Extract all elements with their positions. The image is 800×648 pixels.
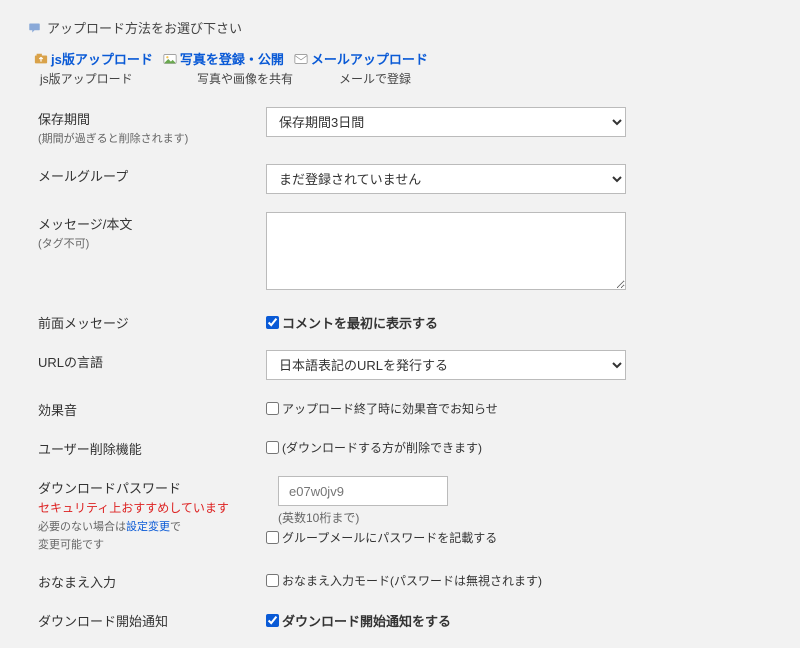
user-delete-checkbox-label: (ダウンロードする方が削除できます)	[282, 439, 482, 456]
upload-method-tabs: js版アップロード 写真を登録・公開 メールアップロード js版アップロード 写…	[28, 49, 772, 87]
sound-checkbox[interactable]	[266, 402, 279, 415]
dl-password-help: 必要のない場合は設定変更で	[38, 518, 266, 534]
dl-password-help2: 変更可能です	[38, 536, 266, 552]
dl-notify-checkbox-label: ダウンロード開始通知をする	[282, 611, 451, 630]
user-delete-label: ユーザー削除機能	[38, 439, 266, 458]
url-lang-label: URLの言語	[38, 352, 266, 371]
message-hint: (タグ不可)	[38, 235, 266, 251]
dl-password-groupmail-checkbox[interactable]	[266, 531, 279, 544]
dl-password-groupmail-label: グループメールにパスワードを記載する	[282, 529, 497, 546]
retention-label: 保存期間	[38, 109, 266, 128]
front-message-checkbox[interactable]	[266, 316, 279, 329]
upload-icon	[34, 52, 48, 66]
tab-photo-register-label: 写真を登録・公開	[180, 49, 284, 68]
mail-group-label: メールグループ	[38, 166, 266, 185]
sound-label: 効果音	[38, 400, 266, 419]
dl-password-help-pre: 必要のない場合は	[38, 521, 126, 533]
retention-select[interactable]: 保存期間3日間	[266, 107, 626, 137]
tab-photo-register-sub: 写真や画像を共有	[197, 70, 339, 87]
dl-notify-checkbox[interactable]	[266, 614, 279, 627]
sound-checkbox-label: アップロード終了時に効果音でお知らせ	[282, 400, 498, 417]
tab-mail-upload-label: メールアップロード	[311, 49, 428, 68]
section-title: アップロード方法をお選び下さい	[28, 18, 772, 37]
name-input-checkbox-label: おなまえ入力モード(パスワードは無視されます)	[282, 572, 542, 589]
dl-password-help-post: で	[170, 521, 181, 533]
mail-group-select[interactable]: まだ登録されていません	[266, 164, 626, 194]
mail-icon	[294, 52, 308, 66]
dl-password-input[interactable]	[278, 476, 448, 506]
user-delete-checkbox[interactable]	[266, 441, 279, 454]
tab-mail-upload-sub: メールで登録	[339, 70, 411, 87]
dl-password-warn: セキュリティ上おすすめしています	[38, 499, 266, 516]
message-label: メッセージ/本文	[38, 214, 266, 233]
dl-password-label: ダウンロードパスワード	[38, 478, 266, 497]
front-message-label: 前面メッセージ	[38, 313, 266, 332]
photo-icon	[163, 52, 177, 66]
tab-mail-upload[interactable]: メールアップロード	[294, 49, 428, 68]
dl-password-settings-link[interactable]: 設定変更	[126, 521, 170, 533]
tab-js-upload[interactable]: js版アップロード	[34, 49, 153, 68]
dl-password-note: (英数10桁まで)	[278, 509, 752, 526]
retention-hint: (期間が過ぎると削除されます)	[38, 130, 266, 146]
name-input-checkbox[interactable]	[266, 574, 279, 587]
front-message-checkbox-label: コメントを最初に表示する	[282, 313, 438, 332]
tab-js-upload-label: js版アップロード	[51, 49, 153, 68]
name-input-label: おなまえ入力	[38, 572, 266, 591]
message-textarea[interactable]	[266, 212, 626, 290]
dl-notify-label: ダウンロード開始通知	[38, 611, 266, 630]
section-title-text: アップロード方法をお選び下さい	[47, 18, 242, 37]
chat-icon	[28, 22, 41, 34]
tab-photo-register[interactable]: 写真を登録・公開	[163, 49, 284, 68]
tab-js-upload-sub: js版アップロード	[40, 70, 197, 87]
url-lang-select[interactable]: 日本語表記のURLを発行する	[266, 350, 626, 380]
